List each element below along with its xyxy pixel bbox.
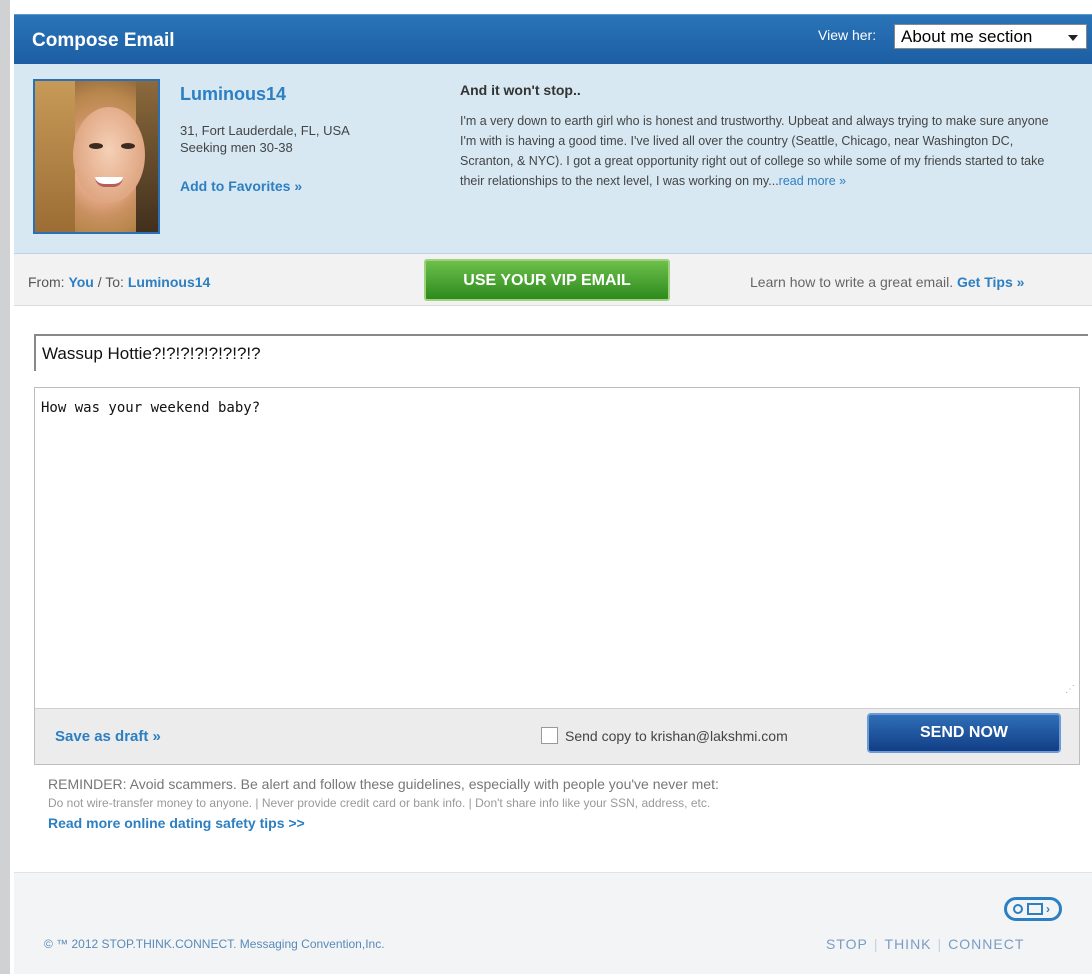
stop-think-connect-logo-icon: › — [1004, 897, 1062, 921]
send-now-button[interactable]: SEND NOW — [867, 713, 1061, 753]
profile-username[interactable]: Luminous14 — [180, 84, 286, 105]
tips-text: Learn how to write a great email. — [750, 274, 954, 290]
resize-handle-icon[interactable]: ⋰ — [1065, 684, 1075, 695]
profile-location: 31, Fort Lauderdale, FL, USA — [180, 123, 350, 138]
view-section-select[interactable]: About me section — [894, 24, 1087, 49]
left-gutter — [0, 0, 10, 974]
safety-tips-link[interactable]: Read more online dating safety tips >> — [48, 815, 305, 831]
read-more-link[interactable]: read more » — [779, 174, 846, 188]
page-title: Compose Email — [32, 30, 175, 51]
message-editor: How was your weekend baby? ⋰ Save as dra… — [34, 387, 1080, 765]
message-body-textarea[interactable]: How was your weekend baby? — [35, 388, 1079, 708]
chevron-down-icon — [1068, 35, 1078, 41]
about-title: And it won't stop.. — [460, 82, 581, 98]
about-text: I'm a very down to earth girl who is hon… — [460, 111, 1060, 191]
view-section-select-value: About me section — [901, 27, 1033, 46]
stc-think: THINK — [884, 936, 932, 952]
send-copy-label[interactable]: Send copy to krishan@lakshmi.com — [565, 728, 788, 744]
subject-input[interactable]: Wassup Hottie?!?!?!?!?!?!?!? — [34, 334, 1088, 371]
page-footer: © ™ 2012 STOP.THINK.CONNECT. Messaging C… — [14, 872, 1092, 974]
copyright-text: © ™ 2012 STOP.THINK.CONNECT. Messaging C… — [44, 937, 385, 951]
add-to-favorites-link[interactable]: Add to Favorites » — [180, 178, 302, 194]
reminder-title: REMINDER: Avoid scammers. Be alert and f… — [48, 776, 719, 792]
use-vip-email-button[interactable]: USE YOUR VIP EMAIL — [424, 259, 670, 301]
recipient-profile-panel: Luminous14 31, Fort Lauderdale, FL, USA … — [14, 64, 1092, 254]
to-label: / To: — [93, 274, 124, 290]
compose-email-page: Compose Email View her: About me section… — [10, 0, 1092, 974]
to-value-link[interactable]: Luminous14 — [128, 274, 210, 290]
from-label: From: — [28, 274, 65, 290]
compose-action-bar: Save as draft » Send copy to krishan@lak… — [35, 708, 1079, 764]
compose-header: Compose Email View her: About me section — [14, 14, 1092, 64]
from-to-line: From: You / To: Luminous14 — [28, 274, 210, 290]
stc-connect: CONNECT — [948, 936, 1025, 952]
stc-stop: STOP — [826, 936, 868, 952]
scam-reminder: REMINDER: Avoid scammers. Be alert and f… — [48, 776, 1078, 833]
view-her-label: View her: — [818, 27, 877, 43]
get-tips-link[interactable]: Get Tips » — [957, 274, 1024, 290]
stop-think-connect-wordmark: STOP | THINK | CONNECT — [826, 936, 1025, 952]
reminder-guidelines: Do not wire-transfer money to anyone. | … — [48, 796, 711, 810]
from-value-link[interactable]: You — [68, 274, 93, 290]
save-as-draft-link[interactable]: Save as draft » — [55, 728, 161, 745]
profile-seeking: Seeking men 30-38 — [180, 140, 293, 155]
from-to-bar: From: You / To: Luminous14 USE YOUR VIP … — [14, 254, 1092, 306]
tips-line: Learn how to write a great email. Get Ti… — [750, 274, 1024, 290]
send-copy-checkbox[interactable] — [541, 727, 558, 744]
about-text-body: I'm a very down to earth girl who is hon… — [460, 114, 1049, 188]
profile-photo[interactable] — [33, 79, 160, 234]
